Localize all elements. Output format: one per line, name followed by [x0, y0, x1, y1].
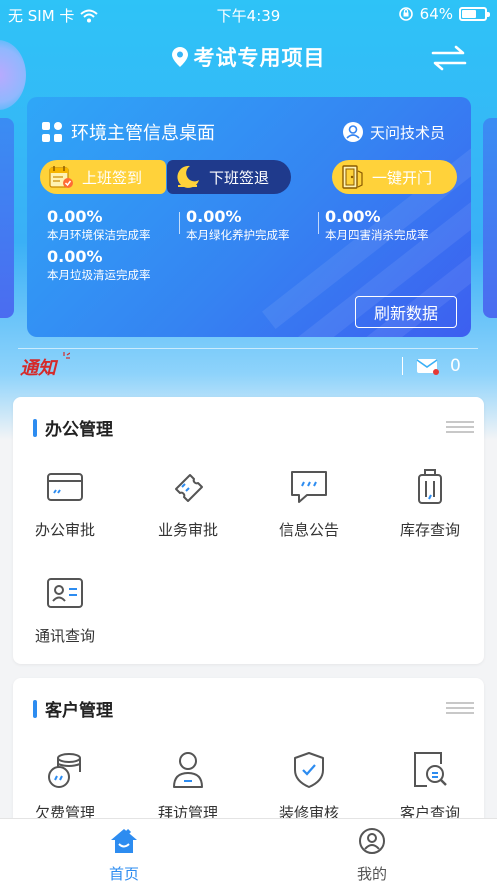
battery-icon: [459, 7, 490, 21]
checkin-label: 上班签到: [82, 168, 143, 187]
moon-icon: [177, 165, 199, 188]
user-name: 天问技术员: [369, 123, 445, 142]
search-doc-icon: [414, 752, 447, 787]
ticket-icon: [175, 474, 203, 502]
user-icon: [359, 828, 385, 854]
notice-spark-icon: [63, 352, 70, 359]
drag-handle[interactable]: [446, 421, 474, 436]
grid-apps-icon: [42, 122, 62, 142]
refresh-data-button[interactable]: 刷新数据: [355, 296, 457, 328]
checkout-label: 下班签退: [209, 168, 270, 187]
item-customer-query[interactable]: 客户查询: [371, 748, 489, 823]
notice-logo: 通知: [20, 358, 56, 379]
user-circle-icon: [342, 122, 363, 142]
item-contacts-query[interactable]: 通讯查询: [6, 571, 124, 646]
nav-bar: 考试专用项目: [0, 30, 497, 84]
item-label: 办公审批: [34, 521, 95, 539]
section-title: 办公管理: [45, 420, 113, 440]
item-label: 通讯查询: [34, 627, 95, 645]
orientation-lock-icon: [398, 7, 413, 21]
section-header-office: 办公管理: [33, 415, 113, 440]
item-renovation-review[interactable]: 装修审核: [250, 748, 368, 823]
stat-garbage: 0.00% 本月垃圾清运完成率: [47, 247, 151, 282]
section-header-customer: 客户管理: [33, 696, 113, 721]
person-icon: [173, 752, 203, 788]
shield-check-icon: [294, 752, 324, 788]
status-bar: 无 SIM 卡 下午4:39 64%: [0, 0, 497, 30]
drag-handle[interactable]: [446, 702, 474, 717]
home-icon: [111, 828, 137, 853]
open-door-button[interactable]: 一键开门: [332, 160, 457, 194]
item-announcements[interactable]: 信息公告: [250, 465, 368, 540]
contact-card-icon: [47, 578, 83, 608]
calendar-check-icon: [49, 166, 73, 188]
stat-greening: 0.00% 本月绿化养护完成率: [186, 207, 290, 242]
tab-home[interactable]: 首页: [64, 827, 184, 883]
tab-label: 首页: [108, 865, 139, 883]
item-inventory-query[interactable]: 库存查询: [371, 465, 489, 540]
luggage-icon: [418, 469, 442, 504]
page-title: 考试专用项目: [193, 46, 326, 70]
card-title: 环境主管信息桌面: [41, 119, 215, 145]
card-title-text: 环境主管信息桌面: [71, 123, 215, 144]
item-label: 业务审批: [157, 521, 218, 539]
door-label: 一键开门: [372, 168, 433, 187]
tab-mine[interactable]: 我的: [312, 827, 432, 883]
section-title: 客户管理: [45, 701, 113, 721]
item-visit-management[interactable]: 拜访管理: [129, 748, 247, 823]
door-icon: [342, 165, 363, 189]
battery-percent: 64%: [419, 5, 453, 23]
project-selector[interactable]: 考试专用项目: [0, 42, 497, 72]
card-icon: [47, 473, 83, 501]
info-desk-card: 环境主管信息桌面 天问技术员 上班签到 下班签退 一键开门 0.00% 本月环境…: [27, 97, 471, 337]
notice-bar[interactable]: 通知 0: [18, 348, 478, 384]
stat-pest-control: 0.00% 本月四害消杀完成率: [325, 207, 429, 242]
item-label: 信息公告: [278, 521, 339, 539]
item-label: 库存查询: [399, 521, 460, 539]
customer-management-panel: 客户管理 欠费管理 拜访管理 装修审核 客户查询: [13, 678, 484, 838]
office-management-panel: 办公管理 办公审批 业务审批 信息公告 库存查询 通讯查询: [13, 397, 484, 664]
tab-bar: 首页 我的: [0, 818, 497, 883]
checkout-button[interactable]: 下班签退: [167, 160, 291, 194]
unread-count: 0: [450, 356, 461, 376]
carousel-next-card[interactable]: [483, 118, 497, 318]
item-office-approval[interactable]: 办公审批: [6, 465, 124, 540]
user-info: 天问技术员: [342, 121, 445, 143]
stat-cleaning: 0.00% 本月环境保洁完成率: [47, 207, 151, 242]
item-business-approval[interactable]: 业务审批: [129, 465, 247, 540]
mail-icon[interactable]: [416, 358, 440, 376]
carousel-prev-card[interactable]: [0, 118, 14, 318]
item-arrears-management[interactable]: 欠费管理: [6, 748, 124, 823]
tab-label: 我的: [356, 865, 387, 883]
message-icon: [291, 471, 327, 503]
coins-icon: [48, 753, 81, 788]
location-pin-icon: [171, 47, 188, 67]
switch-project-icon[interactable]: [431, 44, 467, 72]
checkin-button[interactable]: 上班签到: [40, 160, 166, 194]
